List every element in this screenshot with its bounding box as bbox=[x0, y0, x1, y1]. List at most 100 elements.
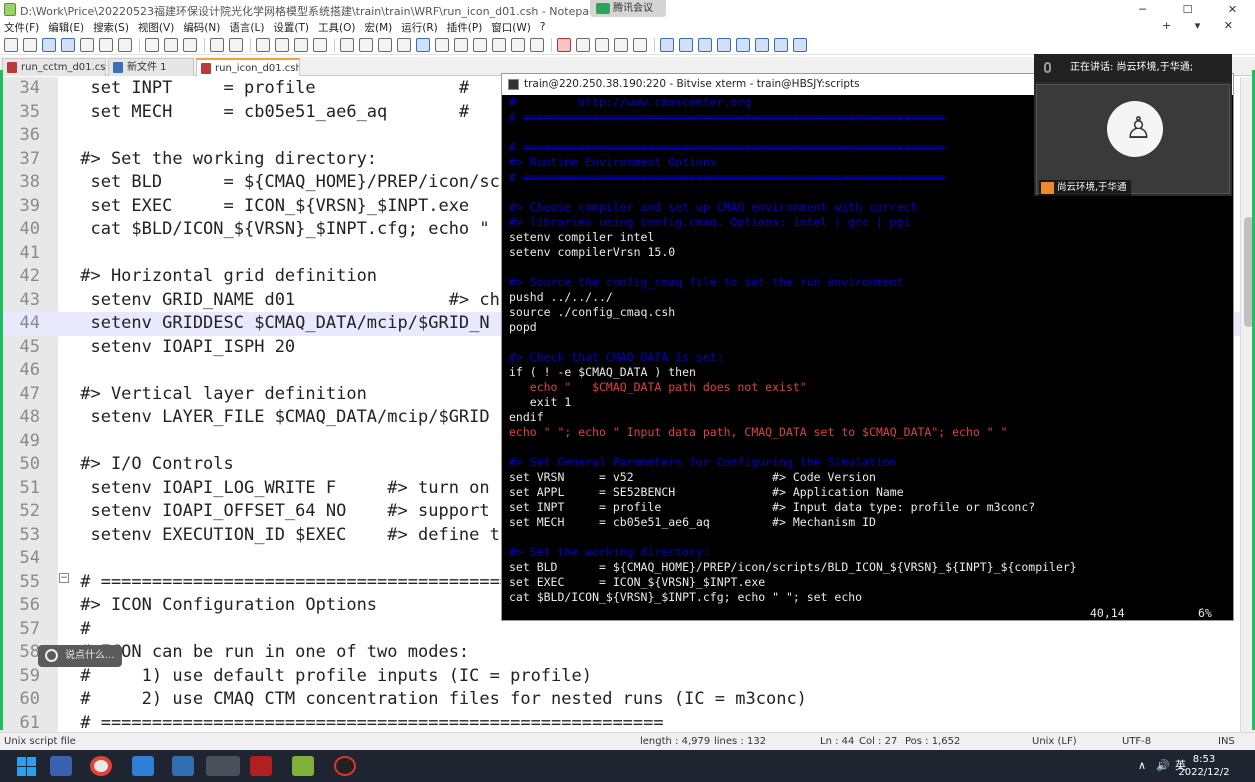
notepad-taskbar-icon[interactable] bbox=[206, 756, 240, 776]
save-all-icon[interactable] bbox=[61, 37, 75, 52]
function-list-icon[interactable] bbox=[473, 37, 487, 52]
tab-new-file[interactable]: 新文件 1 bbox=[108, 58, 194, 76]
play-macro-icon[interactable] bbox=[595, 37, 609, 52]
monitoring-icon[interactable] bbox=[511, 37, 525, 52]
close-all-icon[interactable] bbox=[99, 37, 113, 52]
fold-toggle-icon[interactable]: − bbox=[59, 573, 69, 583]
copy-icon[interactable] bbox=[164, 37, 178, 52]
menu-tools[interactable]: 工具(O) bbox=[318, 20, 355, 35]
zoom-out-icon[interactable] bbox=[313, 37, 327, 52]
chat-input[interactable]: 说点什么... bbox=[38, 645, 122, 667]
print-icon[interactable] bbox=[118, 37, 132, 52]
menu-help[interactable]: ? bbox=[540, 21, 546, 33]
vim-cursor-position: 40,14 bbox=[1090, 606, 1125, 620]
line-text: #> Horizontal grid definition bbox=[70, 266, 378, 286]
minimize-button[interactable]: ─ bbox=[1120, 0, 1165, 20]
paste-icon[interactable] bbox=[183, 37, 197, 52]
run-macro-multiple-icon[interactable] bbox=[614, 37, 628, 52]
system-clock[interactable]: 8:53 2022/12/2 bbox=[1169, 753, 1239, 779]
line-number: 40 bbox=[19, 219, 40, 239]
menu-plugins[interactable]: 插件(P) bbox=[447, 20, 483, 35]
menu-language[interactable]: 语言(L) bbox=[229, 20, 264, 35]
participant-video[interactable]: ♙ 尚云环境,于华通 bbox=[1036, 84, 1230, 196]
down-arrow-icon[interactable] bbox=[755, 37, 769, 52]
clock-date: 2022/12/2 bbox=[1178, 767, 1230, 778]
menu-encoding[interactable]: 编码(N) bbox=[183, 20, 220, 35]
doc-map-icon[interactable] bbox=[454, 37, 468, 52]
save-icon[interactable] bbox=[42, 37, 56, 52]
code-line[interactable]: 59 # 1) use default profile inputs (IC =… bbox=[0, 665, 1240, 689]
line-number: 36 bbox=[19, 125, 40, 145]
up-arrow-icon[interactable] bbox=[736, 37, 750, 52]
plugin-icon-3[interactable] bbox=[698, 37, 712, 52]
folder-workspace-icon[interactable] bbox=[492, 37, 506, 52]
sync-horizontal-icon[interactable] bbox=[359, 37, 373, 52]
share-border-left bbox=[0, 70, 3, 730]
plugin-icon-4[interactable] bbox=[717, 37, 731, 52]
close-button[interactable]: ✕ bbox=[1210, 0, 1255, 20]
plugin-icon-5[interactable] bbox=[774, 37, 788, 52]
menu-view[interactable]: 视图(V) bbox=[138, 20, 174, 35]
close-file-icon[interactable] bbox=[80, 37, 94, 52]
show-all-chars-icon[interactable] bbox=[397, 37, 411, 52]
record-macro-icon[interactable] bbox=[557, 37, 571, 52]
line-text: setenv IOAPI_LOG_WRITE F #> turn on bbox=[70, 477, 490, 498]
code-line[interactable]: 60 # 2) use CMAQ CTM concentration files… bbox=[0, 688, 1240, 712]
doc-switcher-icon[interactable] bbox=[530, 37, 544, 52]
maximize-button[interactable]: ☐ bbox=[1165, 0, 1210, 20]
menu-run[interactable]: 运行(R) bbox=[401, 20, 438, 35]
speaking-indicator: 正在讲话: 尚云环境,于华通; bbox=[1034, 54, 1232, 82]
photos-icon[interactable] bbox=[132, 756, 154, 776]
plugin-icon-6[interactable] bbox=[793, 37, 807, 52]
menu-file[interactable]: 文件(F) bbox=[4, 20, 39, 35]
redo-icon[interactable] bbox=[229, 37, 243, 52]
save-app-icon[interactable] bbox=[50, 756, 72, 776]
code-line[interactable]: 58 # ICON can be run in one of two modes… bbox=[0, 641, 1240, 665]
zoom-in-icon[interactable] bbox=[294, 37, 308, 52]
line-number: 49 bbox=[19, 430, 40, 451]
line-number: 34 bbox=[19, 78, 40, 98]
save-macro-icon[interactable] bbox=[633, 37, 647, 52]
menu-window[interactable]: 窗口(W) bbox=[491, 20, 531, 35]
start-button[interactable] bbox=[16, 756, 38, 776]
network-drive-icon[interactable] bbox=[172, 756, 194, 776]
acrobat-icon[interactable] bbox=[250, 756, 272, 776]
cut-icon[interactable] bbox=[145, 37, 159, 52]
menu-search[interactable]: 搜索(S) bbox=[93, 20, 129, 35]
menu-right-controls[interactable]: + ▾ ✕ bbox=[1162, 19, 1243, 32]
emoji-icon[interactable] bbox=[45, 649, 58, 662]
tencent-meeting-badge[interactable]: 腾讯会议 bbox=[590, 0, 666, 17]
indent-guide-icon[interactable] bbox=[416, 37, 430, 52]
open-file-icon[interactable] bbox=[23, 37, 37, 52]
sync-vertical-icon[interactable] bbox=[340, 37, 354, 52]
stop-record-icon[interactable] bbox=[576, 37, 590, 52]
terminal-line: if ( ! -e $CMAQ_DATA ) then bbox=[509, 365, 696, 379]
xml-tag-icon[interactable] bbox=[435, 37, 449, 52]
tab-run-cctm[interactable]: run_cctm_d01.csh bbox=[2, 58, 106, 76]
code-line[interactable]: 57 # bbox=[0, 618, 1240, 642]
menu-edit[interactable]: 编辑(E) bbox=[48, 20, 84, 35]
undo-icon[interactable] bbox=[210, 37, 224, 52]
new-file-icon[interactable] bbox=[4, 37, 18, 52]
terminal-line: endif bbox=[509, 410, 544, 424]
line-text: set INPT = profile # bbox=[70, 78, 470, 98]
tab-run-icon[interactable]: run_icon_d01.csh bbox=[196, 58, 300, 76]
notepadpp-icon[interactable] bbox=[292, 756, 314, 776]
toolbar-separator bbox=[654, 37, 655, 52]
tray-expand-icon[interactable]: ∧ bbox=[1138, 750, 1146, 782]
word-wrap-icon[interactable] bbox=[378, 37, 392, 52]
find-icon[interactable] bbox=[256, 37, 270, 52]
menu-macro[interactable]: 宏(M) bbox=[365, 20, 393, 35]
windows-taskbar: ∧ 🔊 英 8:53 2022/12/2 bbox=[0, 750, 1255, 782]
replace-icon[interactable] bbox=[275, 37, 289, 52]
plugin-icon-1[interactable] bbox=[660, 37, 674, 52]
speaker-icon[interactable]: 🔊 bbox=[1156, 750, 1170, 782]
menu-settings[interactable]: 设置(T) bbox=[273, 20, 309, 35]
plugin-icon-2[interactable] bbox=[679, 37, 693, 52]
chrome-icon[interactable] bbox=[90, 756, 112, 776]
menu-bar: 文件(F) 编辑(E) 搜索(S) 视图(V) 编码(N) 语言(L) 设置(T… bbox=[0, 19, 1255, 35]
code-line[interactable]: 61 # ===================================… bbox=[0, 712, 1240, 733]
toolbar bbox=[0, 35, 1255, 55]
bitvise-icon[interactable] bbox=[334, 756, 356, 776]
